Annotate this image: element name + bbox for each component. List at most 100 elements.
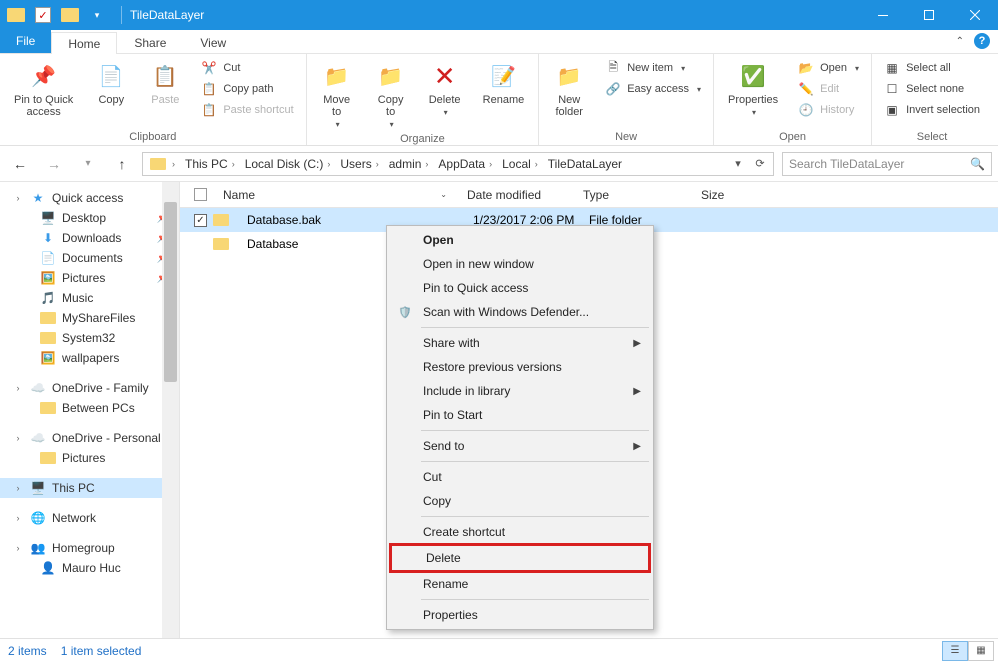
column-date[interactable]: Date modified bbox=[457, 188, 573, 202]
edit-button: ✏️Edit bbox=[794, 79, 863, 99]
share-tab[interactable]: Share bbox=[117, 31, 183, 53]
new-folder-button[interactable]: 📁New folder bbox=[543, 56, 595, 120]
file-checkbox[interactable]: ✓ bbox=[194, 214, 207, 227]
sidebar-item-pictures-2[interactable]: Pictures bbox=[0, 448, 179, 468]
address-dropdown-button[interactable]: ▾ bbox=[727, 153, 749, 175]
folder-icon bbox=[213, 214, 229, 226]
ctx-properties[interactable]: Properties bbox=[389, 603, 651, 627]
select-none-button[interactable]: ☐Select none bbox=[880, 79, 984, 99]
ctx-restore-versions[interactable]: Restore previous versions bbox=[389, 355, 651, 379]
sidebar-item-between-pcs[interactable]: Between PCs bbox=[0, 398, 179, 418]
sidebar-quick-access[interactable]: ›★Quick access bbox=[0, 188, 179, 208]
select-group-label: Select bbox=[876, 129, 988, 145]
ctx-open[interactable]: Open bbox=[389, 228, 651, 252]
music-icon: 🎵 bbox=[40, 291, 56, 305]
ctx-rename[interactable]: Rename bbox=[389, 572, 651, 596]
ctx-pin-quick-access[interactable]: Pin to Quick access bbox=[389, 276, 651, 300]
pictures-icon: 🖼️ bbox=[40, 271, 56, 285]
sidebar-this-pc[interactable]: ›🖥️This PC bbox=[0, 478, 179, 498]
ctx-scan-defender[interactable]: 🛡️Scan with Windows Defender... bbox=[389, 300, 651, 324]
thumbnails-view-button[interactable]: ▦ bbox=[968, 641, 994, 661]
copy-path-icon: 📋 bbox=[201, 81, 217, 97]
organize-group-label: Organize bbox=[311, 131, 535, 147]
details-view-button[interactable]: ☰ bbox=[942, 641, 968, 661]
recent-locations-button[interactable]: ▾ bbox=[74, 150, 102, 178]
home-tab[interactable]: Home bbox=[51, 32, 117, 54]
file-tab[interactable]: File bbox=[0, 29, 51, 53]
qat-properties-icon[interactable]: ✓ bbox=[31, 4, 55, 26]
delete-button[interactable]: ✕Delete▾ bbox=[419, 56, 471, 119]
move-to-button[interactable]: 📁Move to▾ bbox=[311, 56, 363, 131]
navigation-pane[interactable]: ›★Quick access 🖥️Desktop📌 ⬇Downloads📌 📄D… bbox=[0, 182, 180, 638]
search-input[interactable]: Search TileDataLayer 🔍 bbox=[782, 152, 992, 176]
sidebar-item-pictures[interactable]: 🖼️Pictures📌 bbox=[0, 268, 179, 288]
pin-icon: 📌 bbox=[28, 60, 60, 92]
cut-button[interactable]: ✂️Cut bbox=[197, 58, 297, 78]
ctx-send-to[interactable]: Send to▶ bbox=[389, 434, 651, 458]
sidebar-item-system32[interactable]: System32 bbox=[0, 328, 179, 348]
homegroup-icon: 👥 bbox=[30, 541, 46, 555]
sidebar-item-wallpapers[interactable]: 🖼️wallpapers bbox=[0, 348, 179, 368]
column-name[interactable]: Name⌄ bbox=[213, 188, 457, 202]
sidebar-item-mysharefiles[interactable]: MyShareFiles bbox=[0, 308, 179, 328]
invert-selection-button[interactable]: ▣Invert selection bbox=[880, 100, 984, 120]
folder-icon bbox=[40, 312, 56, 324]
column-size[interactable]: Size bbox=[691, 188, 751, 202]
refresh-button[interactable]: ⟳ bbox=[749, 153, 771, 175]
ctx-create-shortcut[interactable]: Create shortcut bbox=[389, 520, 651, 544]
view-tab[interactable]: View bbox=[183, 31, 243, 53]
ctx-copy[interactable]: Copy bbox=[389, 489, 651, 513]
open-button[interactable]: 📂Open▾ bbox=[794, 58, 863, 78]
close-button[interactable] bbox=[952, 0, 998, 30]
column-type[interactable]: Type bbox=[573, 188, 691, 202]
maximize-button[interactable] bbox=[906, 0, 952, 30]
help-icon[interactable]: ? bbox=[974, 33, 990, 49]
up-button[interactable]: ↑ bbox=[108, 150, 136, 178]
sidebar-onedrive-family[interactable]: ›☁️OneDrive - Family bbox=[0, 378, 179, 398]
ctx-include-library[interactable]: Include in library▶ bbox=[389, 379, 651, 403]
back-button[interactable]: ← bbox=[6, 150, 34, 178]
sidebar-network[interactable]: ›🌐Network bbox=[0, 508, 179, 528]
sidebar-homegroup[interactable]: ›👥Homegroup bbox=[0, 538, 179, 558]
ctx-share-with[interactable]: Share with▶ bbox=[389, 331, 651, 355]
sidebar-onedrive-personal[interactable]: ›☁️OneDrive - Personal bbox=[0, 428, 179, 448]
folder-icon bbox=[40, 332, 56, 344]
properties-icon: ✅ bbox=[737, 60, 769, 92]
sidebar-item-desktop[interactable]: 🖥️Desktop📌 bbox=[0, 208, 179, 228]
paste-shortcut-button: 📋Paste shortcut bbox=[197, 100, 297, 120]
column-headers: Name⌄ Date modified Type Size bbox=[180, 182, 998, 208]
sidebar-scrollbar[interactable] bbox=[162, 182, 179, 638]
copy-to-button[interactable]: 📁Copy to▾ bbox=[365, 56, 417, 131]
new-folder-icon: 📁 bbox=[553, 60, 585, 92]
defender-icon: 🛡️ bbox=[397, 304, 413, 320]
collapse-ribbon-icon[interactable]: ⌃ bbox=[956, 36, 964, 47]
sidebar-item-music[interactable]: 🎵Music bbox=[0, 288, 179, 308]
ctx-cut[interactable]: Cut bbox=[389, 465, 651, 489]
scrollbar-thumb[interactable] bbox=[164, 202, 177, 382]
sidebar-item-documents[interactable]: 📄Documents📌 bbox=[0, 248, 179, 268]
rename-button[interactable]: 📝Rename bbox=[473, 56, 535, 108]
paste-shortcut-icon: 📋 bbox=[201, 102, 217, 118]
qat-new-folder-icon[interactable] bbox=[58, 4, 82, 26]
new-item-button[interactable]: 🗎New item▾ bbox=[601, 58, 705, 78]
chevron-right-icon: ▶ bbox=[633, 441, 641, 452]
ctx-open-new-window[interactable]: Open in new window bbox=[389, 252, 651, 276]
highlight-box: Delete bbox=[389, 543, 651, 573]
qat-dropdown[interactable]: ▾ bbox=[85, 4, 109, 26]
copy-button[interactable]: 📄 Copy bbox=[85, 56, 137, 108]
select-all-button[interactable]: ▦Select all bbox=[880, 58, 984, 78]
qat-folder-icon[interactable] bbox=[4, 4, 28, 26]
ctx-pin-start[interactable]: Pin to Start bbox=[389, 403, 651, 427]
address-bar[interactable]: › This PC› Local Disk (C:)› Users› admin… bbox=[142, 152, 774, 176]
properties-button[interactable]: ✅Properties▾ bbox=[718, 56, 788, 119]
folder-icon bbox=[40, 402, 56, 414]
copy-path-button[interactable]: 📋Copy path bbox=[197, 79, 297, 99]
sidebar-item-user[interactable]: 👤Mauro Huc bbox=[0, 558, 179, 578]
pin-to-quick-access-button[interactable]: 📌 Pin to Quick access bbox=[4, 56, 83, 120]
header-checkbox[interactable] bbox=[194, 188, 207, 201]
minimize-button[interactable] bbox=[860, 0, 906, 30]
ctx-delete[interactable]: Delete bbox=[392, 546, 648, 570]
forward-button: → bbox=[40, 150, 68, 178]
sidebar-item-downloads[interactable]: ⬇Downloads📌 bbox=[0, 228, 179, 248]
easy-access-button[interactable]: 🔗Easy access▾ bbox=[601, 79, 705, 99]
